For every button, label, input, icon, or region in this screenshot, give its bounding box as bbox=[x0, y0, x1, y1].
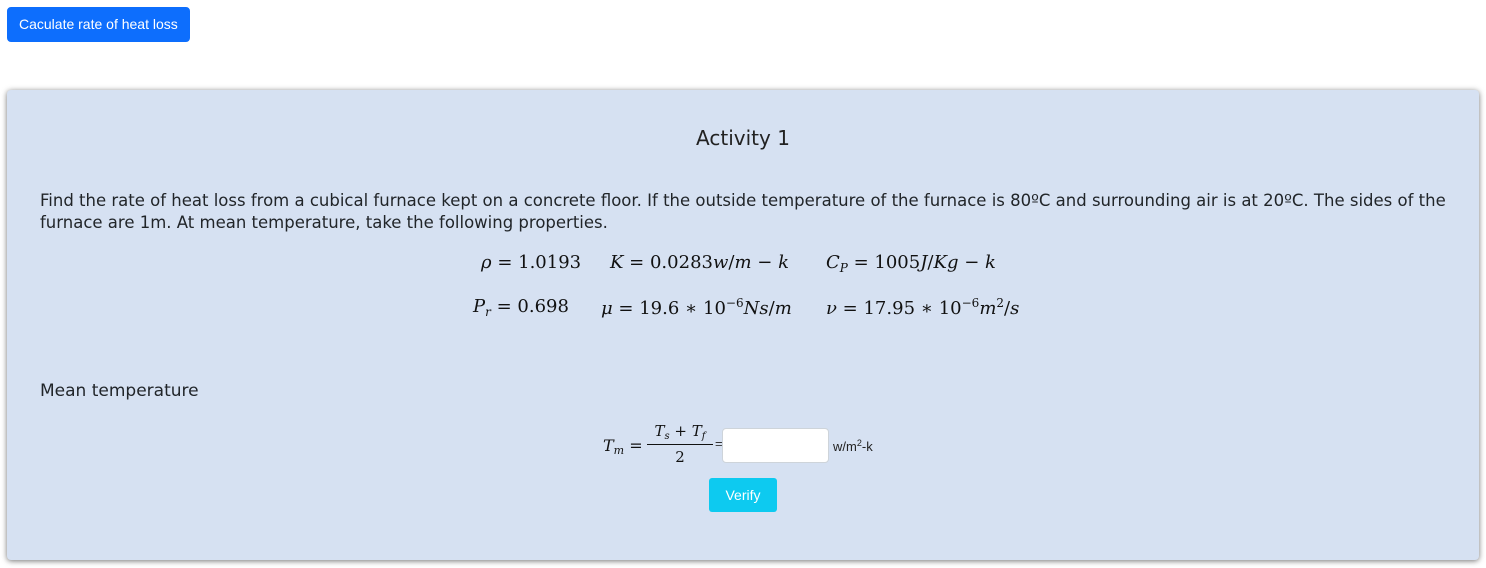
viscosity-equation: μ = 19.6 ∗ 10−6Ns/m bbox=[601, 296, 792, 319]
formula-fraction: Ts + Tf 2 bbox=[647, 422, 713, 466]
problem-statement: Find the rate of heat loss from a cubica… bbox=[40, 191, 1446, 232]
calculate-heat-loss-button[interactable]: Caculate rate of heat loss bbox=[7, 7, 190, 42]
density-equation: ρ = 1.0193 bbox=[481, 252, 582, 273]
prandtl-equation: Pr = 0.698 bbox=[473, 296, 569, 319]
prandtl-value: 0.698 bbox=[517, 296, 569, 317]
specific-heat-equation: CP = 1005J/Kg − k bbox=[826, 252, 996, 275]
conductivity-value: 0.0283 bbox=[649, 252, 713, 273]
formula-lhs: Tm = bbox=[603, 436, 643, 457]
viscosity-exponent: −6 bbox=[725, 296, 744, 310]
verify-button[interactable]: Verify bbox=[709, 478, 777, 512]
specific-heat-value: 1005 bbox=[874, 252, 921, 273]
unit-label: w/m2-k bbox=[833, 438, 873, 454]
formula-denominator: 2 bbox=[675, 448, 685, 466]
kinematic-viscosity-equation: ν = 17.95 ∗ 10−6m2/s bbox=[826, 296, 1020, 319]
kinematic-viscosity-exponent: −6 bbox=[961, 296, 980, 310]
formula-numerator: Ts + Tf bbox=[654, 422, 706, 442]
kinematic-viscosity-value: 17.95 bbox=[863, 298, 916, 319]
activity-title: Activity 1 bbox=[696, 126, 790, 150]
mean-temperature-input[interactable] bbox=[722, 428, 829, 463]
mean-temperature-heading: Mean temperature bbox=[40, 381, 199, 401]
activity-card: Activity 1 Find the rate of heat loss fr… bbox=[7, 90, 1479, 560]
fraction-bar bbox=[647, 444, 713, 445]
conductivity-equation: K = 0.0283w/m − k bbox=[610, 252, 789, 273]
viscosity-value: 19.6 bbox=[639, 298, 680, 319]
density-value: 1.0193 bbox=[518, 252, 582, 273]
